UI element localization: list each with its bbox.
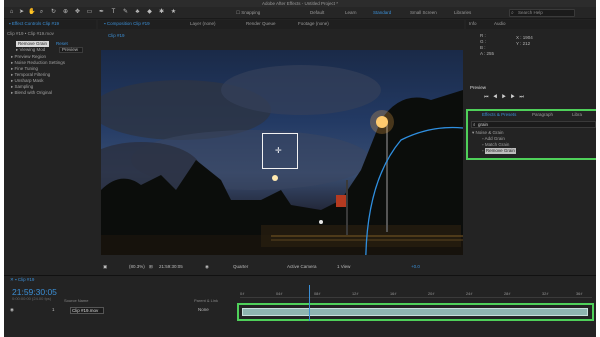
timeline-panel: ✕ ▪ Clip #19 21:59:30:05 0:00:00:00 (24.…: [4, 275, 596, 337]
info-g: G :: [480, 39, 487, 44]
brush-icon[interactable]: ✎: [122, 9, 129, 16]
zoom-icon[interactable]: ⌕: [38, 9, 45, 16]
info-r: R :: [480, 33, 486, 38]
eraser-icon[interactable]: ◆: [146, 9, 153, 16]
layer-index: 1: [52, 307, 55, 312]
search-icon: ⌕: [473, 122, 476, 127]
viewer-controls-bar: ▣ (80.3%) ⊞ 21:59:30:05 ◉ Quarter Active…: [101, 262, 463, 271]
tab-effects-presets[interactable]: Effects & Presets: [482, 112, 516, 117]
viewer-timecode[interactable]: 21:59:30:05: [159, 264, 183, 269]
ruler-tick: 28:f: [504, 292, 511, 296]
layer-row[interactable]: ◉ 1 Clip #19.mov None: [4, 307, 236, 314]
ruler-tick: 08:f: [314, 292, 321, 296]
ruler-tick: 12:f: [352, 292, 359, 296]
effect-property-list: ▸ Preview Region ▸ Noise Reduction Setti…: [11, 54, 91, 96]
effect-remove-grain[interactable]: ▫ Remove Grain: [472, 148, 516, 154]
ruler-tick: 20:f: [428, 292, 435, 296]
search-icon: ⌕: [511, 10, 514, 16]
help-search-input[interactable]: ⌕ Search Help: [509, 9, 575, 17]
parent-select[interactable]: None: [198, 307, 209, 312]
ruler-tick: 36:f: [576, 292, 583, 296]
rotate-icon[interactable]: ↻: [50, 9, 57, 16]
ruler-tick: 16:f: [390, 292, 397, 296]
app-title: Adobe After Effects - Untitled Project *: [262, 1, 338, 6]
workspace-default[interactable]: Default: [310, 10, 324, 15]
hand-icon[interactable]: ✋: [28, 9, 35, 16]
layer-name[interactable]: Clip #19.mov: [70, 307, 104, 314]
tab-render-queue[interactable]: Render Queue: [246, 21, 276, 26]
tab-audio[interactable]: Audio: [494, 21, 506, 26]
workspace-learn[interactable]: Learn: [345, 10, 357, 15]
time-ruler[interactable]: 0:f 04:f 08:f 12:f 16:f 20:f 24:f 28:f 3…: [240, 289, 592, 298]
info-y: Y : 212: [516, 41, 531, 46]
effects-presets-panel: Effects & Presets Paragraph Libra ⌕ grai…: [466, 109, 596, 160]
col-parent-link: Parent & Link: [194, 298, 219, 303]
workspace-libraries[interactable]: Libraries: [454, 10, 471, 15]
info-b: B :: [480, 45, 486, 50]
workspace-standard[interactable]: Standard: [373, 10, 391, 15]
effects-tree: ▾ Noise & Grain ▫ Add Grain ▫ Match Grai…: [472, 130, 516, 154]
active-camera-select[interactable]: Active Camera: [287, 264, 317, 269]
puppet-icon[interactable]: ★: [170, 9, 177, 16]
ruler-tick: 32:f: [542, 292, 549, 296]
col-source-name: Source Name: [64, 298, 89, 303]
ruler-tick: 24:f: [466, 292, 473, 296]
snapshot-icon[interactable]: ◉: [205, 264, 209, 270]
title-bar: Adobe After Effects - Untitled Project *: [4, 0, 596, 7]
effect-controls-tabbar: ▪ Effect Controls Clip #19: [4, 20, 96, 29]
layer-track-highlight: [237, 303, 594, 321]
composition-viewer[interactable]: ✛: [101, 50, 463, 255]
timeline-frame-info: 0:00:00:00 (24.00 fps): [12, 296, 52, 301]
resolution-select[interactable]: Quarter: [233, 264, 248, 269]
preview-transport-controls[interactable]: ⏮ ◀ ▶ ▶ ⏭: [484, 94, 525, 100]
views-select[interactable]: 1 View: [337, 264, 350, 269]
info-x: X : 1904: [516, 35, 533, 40]
ruler-tick: 0:f: [240, 292, 245, 296]
after-effects-window: Adobe After Effects - Untitled Project *…: [4, 0, 596, 337]
playhead[interactable]: [309, 285, 310, 321]
layer-duration-bar[interactable]: [242, 308, 588, 316]
pen-icon[interactable]: ✒: [98, 9, 105, 16]
effects-search-input[interactable]: ⌕ grain: [471, 121, 596, 128]
workspace-small-screen[interactable]: Small Screen: [410, 10, 437, 15]
home-icon[interactable]: ⌂: [8, 9, 15, 16]
roto-icon[interactable]: ✱: [158, 9, 165, 16]
info-a: A : 255: [480, 51, 495, 56]
prop-blend-original[interactable]: ▸ Blend with Original: [11, 90, 91, 96]
viewing-mode-select[interactable]: Preview: [59, 47, 83, 53]
tab-effect-controls[interactable]: ▪ Effect Controls Clip #19: [9, 21, 59, 26]
tools-toolbar: ⌂ ➤ ✋ ⌕ ↻ ⊕ ✥ ▭ ✒ T ✎ ♣ ◆ ✱ ★ ☐ Snapping…: [4, 7, 596, 19]
tab-paragraph[interactable]: Paragraph: [532, 112, 553, 117]
selection-icon[interactable]: ➤: [18, 9, 25, 16]
anchor-point-icon[interactable]: ✛: [275, 146, 282, 155]
viewer-tabbar: ▪ Composition Clip #19 Layer (none) Rend…: [98, 20, 464, 29]
rectangle-icon[interactable]: ▭: [86, 9, 93, 16]
tab-layer[interactable]: Layer (none): [190, 21, 216, 26]
zoom-select[interactable]: (80.3%): [129, 264, 145, 269]
viewing-mode-label: ▸ Viewing Mod: [16, 47, 46, 52]
preview-panel-title: Preview: [470, 85, 487, 90]
camera-icon[interactable]: ⊕: [62, 9, 69, 16]
text-icon[interactable]: T: [110, 9, 117, 16]
visibility-icon[interactable]: ◉: [10, 307, 14, 313]
tab-composition[interactable]: ▪ Composition Clip #19: [104, 21, 150, 26]
stamp-icon[interactable]: ♣: [134, 9, 141, 16]
always-preview-icon[interactable]: ▣: [103, 264, 107, 270]
comp-subtab[interactable]: Clip #19: [108, 33, 125, 38]
layer-path: Clip #19 • Clip #19.mov: [7, 31, 54, 36]
tab-libraries[interactable]: Libra: [572, 112, 582, 117]
grid-icon[interactable]: ⊞: [149, 264, 153, 270]
tab-timeline-comp[interactable]: ✕ ▪ Clip #19: [10, 277, 34, 283]
snapping-toggle[interactable]: ☐ Snapping: [236, 10, 260, 16]
exposure-value[interactable]: +0.0: [411, 264, 420, 269]
tab-info[interactable]: Info: [469, 21, 477, 26]
tab-footage[interactable]: Footage (none): [298, 21, 329, 26]
pan-behind-icon[interactable]: ✥: [74, 9, 81, 16]
info-tabbar: Info Audio: [466, 20, 596, 29]
ruler-tick: 04:f: [276, 292, 283, 296]
